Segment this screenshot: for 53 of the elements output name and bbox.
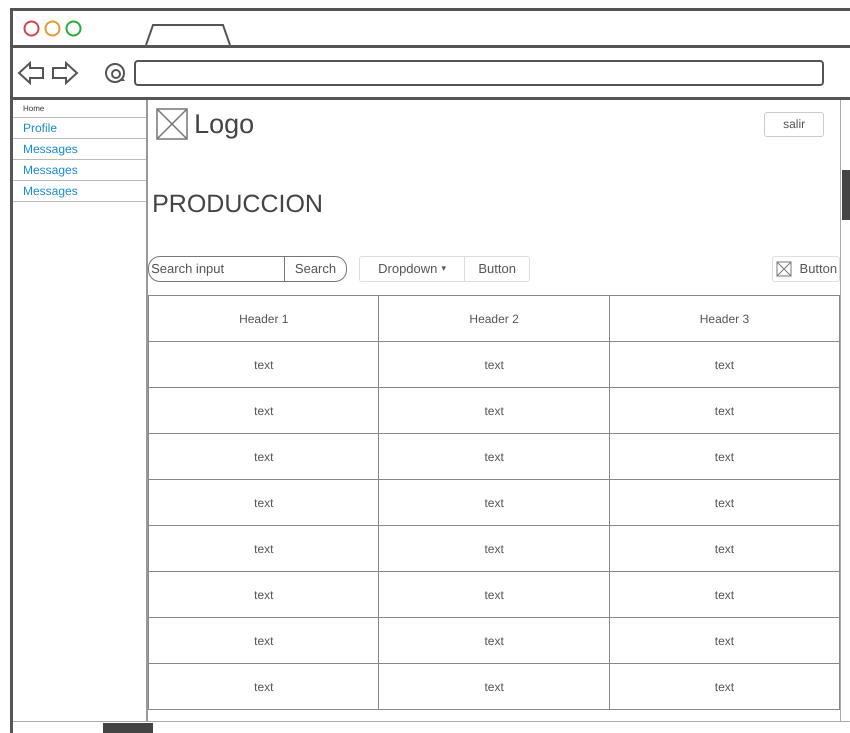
table-cell: text [378,572,610,618]
table-cell: text [148,526,379,572]
table-cell: text [378,618,610,664]
table-cell: text [378,526,610,572]
table-cell: text [609,664,840,710]
column-header: Header 2 [378,296,610,342]
table-cell: text [378,388,610,434]
dropdown[interactable]: Dropdown ▾ [360,257,466,281]
page-title: PRODUCCION [151,189,324,219]
table-cell: text [378,434,610,480]
image-placeholder-icon [156,108,188,140]
caret-icon: ▾ [441,262,446,276]
sidebar-item[interactable]: Messages [13,181,146,202]
scrollbar-thumb[interactable] [842,170,850,220]
table-cell: text [378,664,610,710]
search-button[interactable]: Search [284,256,346,282]
column-header: Header 1 [148,296,379,342]
table-cell: text [378,342,610,388]
close-dot-icon[interactable] [23,20,40,37]
forward-arrow-icon[interactable] [51,60,79,84]
search-field[interactable]: Search input Search [148,256,348,282]
sidebar-item[interactable]: Profile [13,118,146,139]
table-cell: text [609,526,840,572]
table-cell: text [609,572,840,618]
table-cell: text [148,434,379,480]
address-bar[interactable] [134,60,824,86]
column-header: Header 3 [609,296,840,342]
table-cell: text [148,572,379,618]
reload-icon[interactable] [103,60,127,84]
table-cell: text [609,434,840,480]
table-cell: text [609,480,840,526]
exit-button[interactable]: salir [764,112,824,136]
sidebar-item[interactable]: Messages [13,160,146,181]
button[interactable]: Button [465,257,529,281]
logo-text: Logo [194,108,254,141]
icon-button[interactable]: Button [772,256,840,282]
browser-tab[interactable] [145,23,231,45]
table-cell: text [148,388,379,434]
table-cell: text [148,342,379,388]
table-cell: text [148,480,379,526]
back-arrow-icon[interactable] [17,60,45,84]
table-cell: text [148,618,379,664]
minimize-dot-icon[interactable] [44,20,61,37]
table-cell: text [378,480,610,526]
maximize-dot-icon[interactable] [65,20,82,37]
table-cell: text [609,618,840,664]
table-cell: text [609,342,840,388]
image-placeholder-icon [776,261,792,277]
scrollbar-thumb[interactable] [103,723,153,733]
sidebar-item[interactable]: Messages [13,139,146,160]
table-cell: text [609,388,840,434]
table-cell: text [148,664,379,710]
sidebar-heading[interactable]: Home [13,100,146,118]
